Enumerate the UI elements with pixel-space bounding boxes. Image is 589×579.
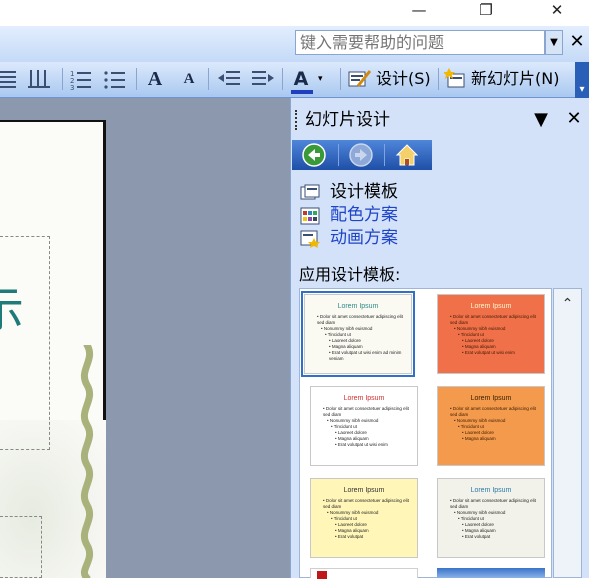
toolbar-separator: [340, 68, 341, 90]
nav-separator: [338, 144, 339, 166]
font-color-glyph: A: [293, 68, 309, 90]
color-scheme-icon: [300, 207, 320, 225]
close-document-button[interactable]: ✕: [567, 30, 587, 55]
animation-scheme-icon: [300, 230, 320, 248]
thumbnail-body: • Dolor sit amet consectetuer adipiscing…: [438, 494, 544, 540]
template-thumbnail-partial[interactable]: [437, 568, 545, 578]
increase-font-icon[interactable]: A: [142, 64, 168, 94]
design-icon[interactable]: [348, 68, 372, 90]
design-template-icon: [300, 184, 320, 200]
thumbnail-bullet: • Erat volutpat ut wisi enim: [462, 350, 515, 355]
thumbnail-title: Lorem Ipsum: [343, 395, 385, 402]
window-title-bar: [0, 0, 589, 26]
font-color-swatch: [291, 90, 313, 94]
thumbnail-body: • Dolor sit amet consectetuer adipiscing…: [305, 310, 411, 362]
pane-grip[interactable]: [295, 110, 300, 130]
help-dropdown-button[interactable]: ▼: [545, 30, 563, 55]
thumbnail-body: • Dolor sit amet consectetuer adipiscing…: [438, 402, 544, 442]
pane-title: 幻灯片设计: [305, 110, 390, 130]
vine-decoration: [80, 345, 94, 578]
slide-title-text: 示: [0, 282, 25, 338]
font-color-dropdown-icon[interactable]: ▾: [318, 74, 323, 84]
design-button[interactable]: 设计(S): [376, 64, 431, 94]
toolbar-separator: [136, 68, 137, 90]
thumbnail-bullet: • Erat volutpat: [335, 534, 364, 539]
help-question-input[interactable]: [296, 31, 544, 53]
toolbar-separator: [62, 68, 63, 90]
template-thumbnail[interactable]: Lorem Ipsum • Dolor sit amet consectetuer…: [301, 291, 415, 377]
pane-close-button[interactable]: ✕: [565, 108, 583, 130]
thumbnail-bullet: • Dolor sit amet consectetuer adipiscing…: [323, 406, 409, 417]
link-animation-schemes[interactable]: 动画方案: [330, 227, 398, 249]
align-icon[interactable]: [0, 68, 20, 90]
thumbnail-title: Lorem Ipsum: [337, 303, 379, 310]
thumbnail-body: • Dolor sit amet consectetuer adipiscing…: [311, 402, 417, 448]
link-design-templates[interactable]: 设计模板: [330, 181, 398, 203]
forward-arrow-icon[interactable]: [349, 143, 373, 167]
thumbnail-body: • Dolor sit amet consectetuer adipiscing…: [311, 494, 417, 540]
thumbnail-bullet: • Dolor sit amet consectetuer adipiscing…: [450, 406, 536, 417]
template-thumbnail[interactable]: Lorem Ipsum • Dolor sit amet consectetuer…: [437, 294, 545, 374]
subtitle-placeholder[interactable]: [0, 516, 42, 578]
apply-template-label: 应用设计模板:: [299, 265, 401, 284]
column-icon[interactable]: [28, 68, 54, 90]
new-slide-icon[interactable]: [444, 68, 468, 90]
toolbar-separator: [282, 68, 283, 90]
thumbnail-bullet: • Dolor sit amet consectetuer adipiscing…: [323, 498, 409, 509]
thumbnail-bullet: • Dolor sit amet consectetuer adipiscing…: [450, 314, 536, 325]
thumbnail-bullet: • Dolor sit amet consectetuer adipiscing…: [317, 314, 403, 325]
close-window-button[interactable]: ✕: [543, 0, 571, 20]
thumbnail-title: Lorem Ipsum: [470, 303, 512, 310]
toolbar-separator: [208, 68, 209, 90]
pane-menu-dropdown[interactable]: ▼: [528, 110, 554, 130]
bulleted-list-icon[interactable]: [104, 68, 130, 90]
link-color-schemes[interactable]: 配色方案: [330, 204, 398, 226]
thumbnail-title: Lorem Ipsum: [470, 395, 512, 402]
back-arrow-icon[interactable]: [302, 143, 326, 167]
thumbnail-bullet: • Dolor sit amet consectetuer adipiscing…: [450, 498, 536, 509]
thumbnail-title: Lorem Ipsum: [470, 487, 512, 494]
title-placeholder[interactable]: [0, 236, 50, 450]
scroll-up-button[interactable]: ⌃: [553, 292, 582, 316]
decrease-font-icon[interactable]: A: [176, 64, 202, 94]
template-thumbnail[interactable]: Lorem Ipsum • Dolor sit amet consectetuer…: [437, 478, 545, 558]
nav-separator: [384, 144, 385, 166]
template-thumbnail-partial[interactable]: [310, 568, 418, 579]
template-thumbnail[interactable]: Lorem Ipsum • Dolor sit amet consectetuer…: [310, 386, 418, 466]
gallery-scrollbar[interactable]: [553, 288, 582, 578]
template-thumbnail[interactable]: Lorem Ipsum • Dolor sit amet consectetuer…: [310, 478, 418, 558]
thumbnail-bullet: • Erat volutpat ut wisi enim: [335, 442, 388, 447]
thumbnail-bullet: • Magna aliquam: [462, 436, 496, 441]
thumbnail-bullet: • Erat volutpat ut wisi enim ad minim ve…: [329, 350, 402, 361]
increase-indent-icon[interactable]: [252, 68, 278, 90]
thumbnail-body: • Dolor sit amet consectetuer adipiscing…: [438, 310, 544, 356]
decrease-indent-icon[interactable]: [218, 68, 244, 90]
help-question-box[interactable]: [295, 30, 545, 55]
numbered-list-icon[interactable]: 123: [70, 68, 96, 90]
restore-button[interactable]: ❐: [472, 0, 500, 20]
toolbar-separator: [438, 68, 439, 90]
home-icon[interactable]: [395, 143, 419, 167]
minimize-button[interactable]: —: [405, 0, 433, 20]
thumbnail-title: Lorem Ipsum: [343, 487, 385, 494]
template-thumbnail[interactable]: Lorem Ipsum • Dolor sit amet consectetuer…: [437, 386, 545, 466]
new-slide-button[interactable]: 新幻灯片(N): [471, 64, 559, 94]
svg-text:3: 3: [70, 84, 74, 90]
toolbar-options-button[interactable]: ▾: [575, 62, 589, 98]
thumbnail-bullet: • Erat volutpat: [462, 534, 491, 539]
